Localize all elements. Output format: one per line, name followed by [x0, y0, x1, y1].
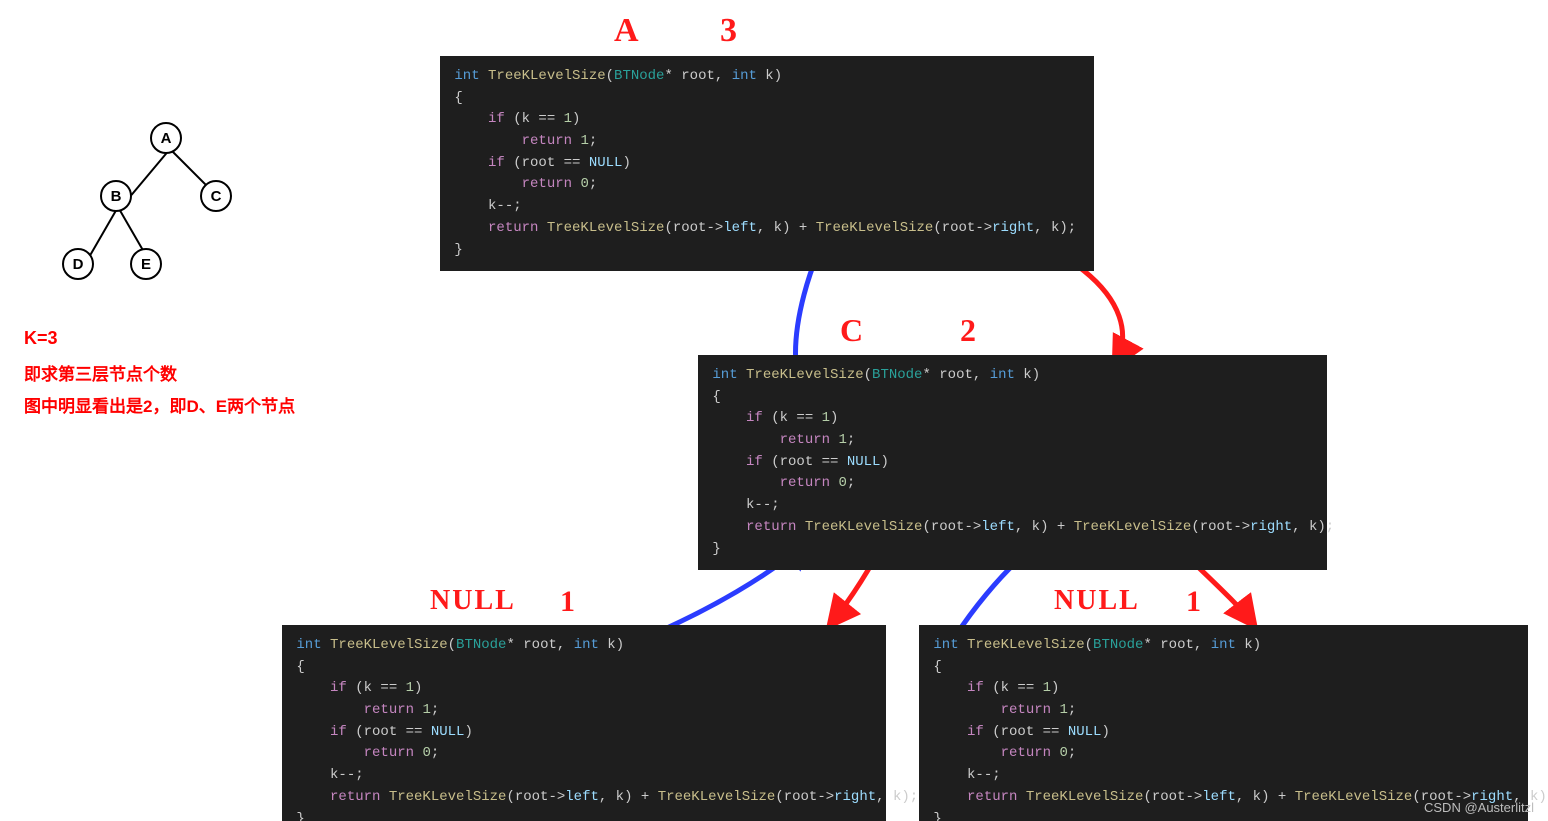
hand-null-l: NULL — [430, 585, 516, 617]
hand-3: 3 — [720, 12, 737, 50]
tree-node-D: D — [62, 248, 94, 280]
tree-node-C: C — [200, 180, 232, 212]
hand-2-mid: 2 — [960, 312, 976, 349]
codebox-bl: int TreeKLevelSize(BTNode* root, int k) … — [282, 625, 886, 821]
codebox-mid: int TreeKLevelSize(BTNode* root, int k) … — [698, 355, 1327, 570]
hand-C: C — [840, 312, 863, 349]
codebox-br: int TreeKLevelSize(BTNode* root, int k) … — [919, 625, 1528, 821]
hand-1-l: 1 — [560, 585, 575, 619]
tree-node-B: B — [100, 180, 132, 212]
tree-edge — [87, 207, 119, 260]
tree-node-E: E — [130, 248, 162, 280]
hand-null-r: NULL — [1054, 585, 1140, 617]
codebox-top: int TreeKLevelSize(BTNode* root, int k) … — [440, 56, 1094, 271]
tree-edge — [131, 148, 171, 195]
hand-A: A — [614, 12, 639, 50]
note-line2: 图中明显看出是2，即D、E两个节点 — [24, 392, 295, 417]
tree-node-A: A — [150, 122, 182, 154]
hand-1-r: 1 — [1186, 585, 1201, 619]
note-line1: 即求第三层节点个数 — [24, 360, 177, 385]
diagram-stage: A B C D E K=3 即求第三层节点个数 图中明显看出是2，即D、E两个节… — [0, 0, 1548, 821]
note-k: K=3 — [24, 328, 58, 349]
watermark: CSDN @Austerlitzl — [1424, 800, 1534, 815]
